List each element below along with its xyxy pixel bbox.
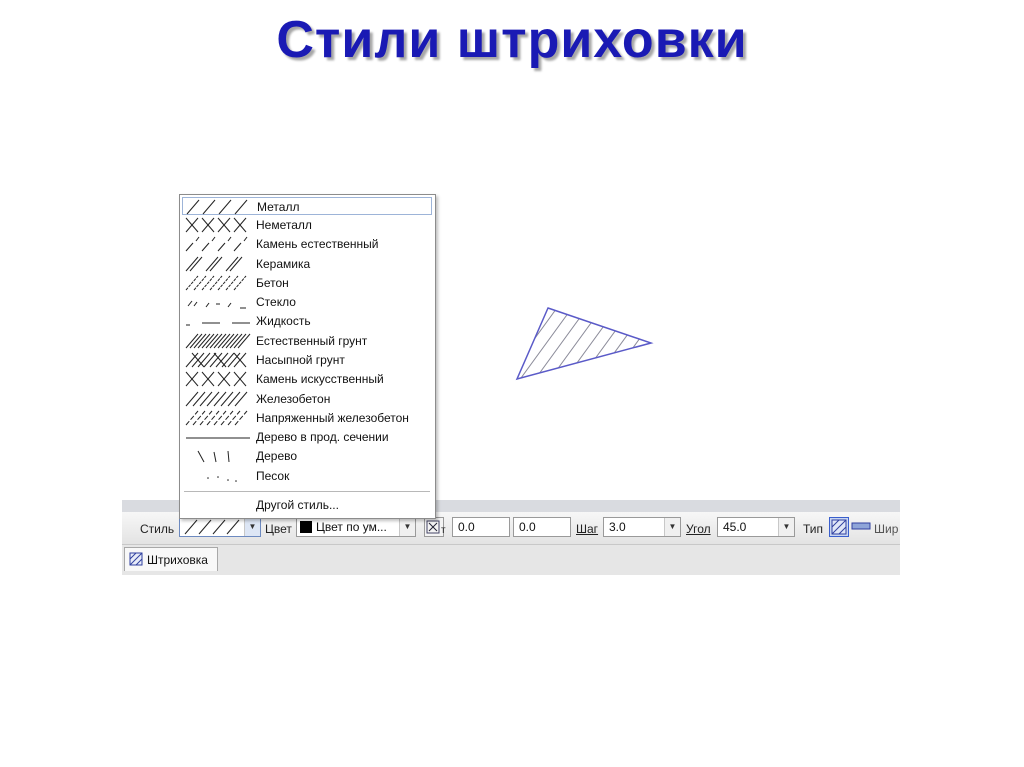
x-coordinate-field[interactable]: 0.0 [452, 517, 510, 537]
angle-label: Угол [686, 522, 711, 536]
natural-stone-icon [185, 236, 248, 252]
dropdown-item-concrete[interactable]: Бетон [182, 274, 432, 292]
wood-icon [197, 450, 230, 463]
y-coordinate-field[interactable]: 0.0 [513, 517, 571, 537]
dropdown-item-sand[interactable]: Песок [182, 467, 432, 485]
ceramic-icon [185, 256, 243, 272]
chevron-down-icon[interactable]: ▼ [778, 518, 794, 536]
dropdown-item-ceramic[interactable]: Керамика [182, 255, 432, 273]
tab-hatching[interactable]: Штриховка [124, 547, 218, 571]
dropdown-item-liquid[interactable]: Жидкость [182, 312, 432, 330]
step-label: Шаг [576, 522, 599, 536]
metal-pattern-icon [184, 519, 240, 535]
hatching-tab-icon [129, 552, 143, 566]
width-label: Шир [874, 522, 899, 536]
slide-title: Стили штриховки [276, 11, 748, 69]
style-label: Стиль [140, 522, 175, 536]
dropdown-separator [184, 491, 430, 492]
dropdown-item-reinforced-concrete[interactable]: Железобетон [182, 390, 432, 408]
hatch-type-button[interactable] [829, 517, 849, 537]
dropdown-item-glass[interactable]: Стекло [182, 293, 432, 311]
prestressed-concrete-icon [185, 410, 248, 426]
reinforced-concrete-icon [185, 391, 248, 407]
hatch-style-dropdown: Металл Неметалл Камень естественный Кера… [179, 194, 436, 519]
hatch-width-icon [851, 522, 871, 530]
type-label: Тип [803, 522, 824, 536]
step-field[interactable]: 3.0 ▼ [603, 517, 681, 537]
metal-icon [186, 199, 248, 215]
chevron-down-icon[interactable]: ▼ [399, 518, 415, 536]
nonmetal-icon [185, 217, 247, 233]
dropdown-item-nonmetal[interactable]: Неметалл [182, 216, 432, 234]
fill-soil-icon [185, 352, 247, 368]
glass-icon [187, 300, 246, 309]
artificial-stone-icon [185, 371, 247, 387]
dropdown-item-natural-stone[interactable]: Камень естественный [182, 235, 432, 253]
color-swatch [300, 521, 312, 533]
wood-long-section-icon [186, 437, 250, 439]
chevron-down-icon[interactable]: ▼ [664, 518, 680, 536]
angle-field[interactable]: 45.0 ▼ [717, 517, 795, 537]
t-label: т [441, 525, 446, 536]
dropdown-item-fill-soil[interactable]: Насыпной грунт [182, 351, 432, 369]
dropdown-item-wood[interactable]: Дерево [182, 447, 432, 465]
hatch-fill-icon [831, 519, 847, 535]
dropdown-item-wood-long-section[interactable]: Дерево в прод. сечении [182, 428, 432, 446]
width-type-button[interactable] [851, 517, 871, 537]
dropdown-item-prestressed-concrete[interactable]: Напряженный железобетон [182, 409, 432, 427]
other-style-item[interactable]: Другой стиль... [256, 498, 339, 512]
concrete-icon [185, 275, 247, 291]
color-value: Цвет по ум... [316, 520, 387, 534]
dropdown-item-natural-soil[interactable]: Естественный грунт [182, 332, 432, 350]
chevron-down-icon[interactable]: ▼ [244, 518, 260, 536]
sand-icon [207, 476, 237, 482]
natural-soil-icon [185, 333, 251, 349]
hatch-preview [515, 307, 654, 381]
color-select[interactable]: Цвет по ум... ▼ [296, 517, 416, 537]
liquid-icon [186, 322, 250, 326]
dropdown-item-artificial-stone[interactable]: Камень искусственный [182, 370, 432, 388]
tab-strip: Штриховка [122, 545, 900, 575]
style-select[interactable]: ▼ [179, 517, 261, 537]
dropdown-item-metal[interactable]: Металл [182, 197, 432, 215]
color-label: Цвет [265, 522, 292, 536]
